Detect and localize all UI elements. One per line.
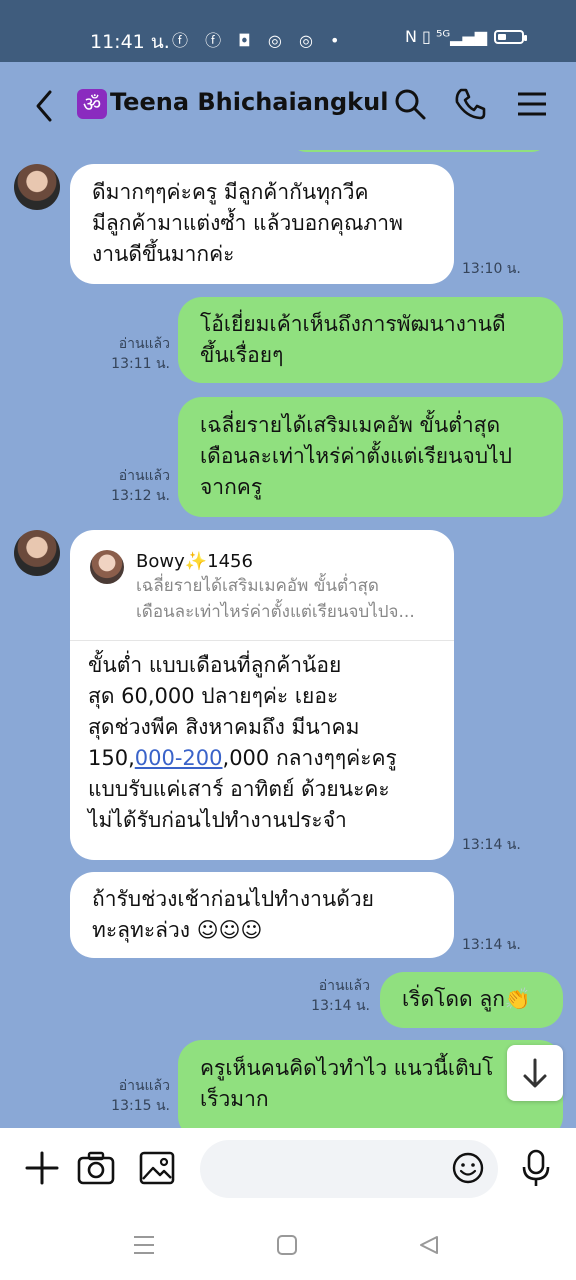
notification-icons: ⓕ ⓕ ◘ ◎ ◎ •	[172, 31, 346, 50]
message-time: 13:12 น.	[111, 488, 170, 504]
message-text: เฉลี่ยรายได้เสริมเมคอัพ ขั้นต่ำสุด	[200, 413, 501, 437]
message-text-part: กลางๆๆค่ะครู	[275, 746, 397, 770]
quoted-avatar	[90, 550, 124, 584]
message-bubble-sent[interactable]: เริ่ดโดด ลูก👏	[380, 972, 563, 1028]
quoted-message[interactable]: Bowy✨1456 เฉลี่ยรายได้เสริมเมคอัพ ขั้นต่…	[70, 530, 454, 641]
message-text: ดีมากๆๆค่ะครู มีลูกค้ากันทุกวีค	[92, 180, 369, 204]
arrow-down-icon	[523, 1058, 547, 1088]
message-text: สุด 60,000 ปลายๆค่ะ เยอะ	[88, 684, 339, 708]
message-text: งานดีขึ้นมากค่ะ	[92, 242, 235, 266]
om-emoji-icon: ॐ	[77, 89, 107, 119]
message-text: ขึ้นเรื่อยๆ	[200, 343, 284, 367]
contact-avatar[interactable]	[14, 530, 60, 576]
image-gallery-icon[interactable]	[137, 1148, 177, 1188]
message-bubble-received[interactable]: ถ้ารับช่วงเช้าก่อนไปทำงานด้วย ทะลุทะล่วง…	[70, 872, 454, 958]
network-icons: N ▯ ⁵ᴳ▂▄▆	[405, 27, 488, 46]
message-time: 13:14 น.	[462, 837, 521, 853]
read-receipt: อ่านแล้ว 13:14 น.	[300, 976, 370, 1016]
message-bubble-sent[interactable]: โอ้เยี่ยมเค้าเห็นถึงการพัฒนางานดี ขึ้นเร…	[178, 297, 563, 383]
battery-icon	[494, 30, 527, 44]
message-bubble-sent[interactable]: เฉลี่ยรายได้เสริมเมคอัพ ขั้นต่ำสุด เดือน…	[178, 397, 563, 517]
quoted-text: เฉลี่ยรายได้เสริมเมคอัพ ขั้นต่ำสุด เดือน…	[136, 573, 415, 625]
chat-header: ॐ Teena Bhichaiangkul	[0, 62, 576, 150]
read-receipt: อ่านแล้ว 13:12 น.	[100, 466, 170, 506]
status-time: 11:41 น.	[90, 31, 170, 53]
recent-apps-icon[interactable]	[132, 1234, 156, 1256]
message-text: เริ่ดโดด ลูก👏	[402, 987, 532, 1011]
message-time: 13:14 น.	[311, 998, 370, 1014]
message-text: ถ้ารับช่วงเช้าก่อนไปทำงานด้วย	[92, 887, 374, 911]
message-text: เดือนละเท่าไหร่ค่าตั้งแต่เรียนจบไป	[200, 444, 512, 468]
message-text: ไม่ได้รับก่อนไปทำงานประจำ	[88, 808, 347, 832]
quoted-line: เดือนละเท่าไหร่ค่าตั้งแต่เรียนจบไปจ...	[136, 602, 415, 622]
read-label: อ่านแล้ว	[118, 1078, 170, 1094]
message-time: 13:15 น.	[111, 1098, 170, 1114]
phone-number-link[interactable]: 000-200	[135, 746, 223, 770]
read-label: อ่านแล้ว	[318, 978, 370, 994]
message-input-bar	[0, 1128, 576, 1210]
message-time: 13:14 น.	[462, 937, 521, 953]
read-receipt: อ่านแล้ว 13:11 น.	[100, 334, 170, 374]
read-receipt: อ่านแล้ว 13:15 น.	[100, 1076, 170, 1116]
read-label: อ่านแล้ว	[118, 468, 170, 484]
message-text-part: ,000	[222, 746, 276, 770]
emoji-icon[interactable]	[450, 1150, 486, 1186]
back-nav-icon[interactable]	[418, 1234, 440, 1256]
scroll-to-bottom-button[interactable]	[507, 1045, 563, 1101]
message-text: ครูเห็นคนคิดไวทำไว แนวนี้เติบโ	[200, 1056, 494, 1080]
message-bubble-received[interactable]: ดีมากๆๆค่ะครู มีลูกค้ากันทุกวีค มีลูกค้า…	[70, 164, 454, 284]
home-icon[interactable]	[276, 1234, 298, 1256]
message-text-part: 150,	[88, 746, 135, 770]
message-text: 150,000-200,000 กลางๆๆค่ะครู	[88, 743, 397, 774]
message-text: ทะลุทะล่วง ☺☺☺	[92, 918, 263, 942]
message-bubble-partial	[290, 150, 548, 152]
chat-title[interactable]: Teena Bhichaiangkul	[110, 88, 388, 116]
message-text: ขั้นต่ำ แบบเดือนที่ลูกค้าน้อย	[88, 653, 342, 677]
message-bubble-reply[interactable]: Bowy✨1456 เฉลี่ยรายได้เสริมเมคอัพ ขั้นต่…	[70, 530, 454, 860]
message-text: เร็วมาก	[200, 1087, 269, 1111]
contact-avatar[interactable]	[14, 164, 60, 210]
message-time: 13:11 น.	[111, 356, 170, 372]
phone-call-icon[interactable]	[450, 84, 490, 124]
reply-text: ขั้นต่ำ แบบเดือนที่ลูกค้าน้อย สุด 60,000…	[88, 650, 397, 836]
camera-icon[interactable]	[76, 1148, 116, 1188]
message-text: มีลูกค้ามาแต่งซ้ำ แล้วบอกคุณภาพ	[92, 211, 403, 235]
back-arrow-icon[interactable]	[26, 86, 66, 126]
chat-messages[interactable]: ดีมากๆๆค่ะครู มีลูกค้ากันทุกวีค มีลูกค้า…	[0, 150, 576, 1130]
system-nav-bar	[0, 1210, 576, 1280]
plus-icon[interactable]	[22, 1148, 62, 1188]
read-label: อ่านแล้ว	[118, 336, 170, 352]
menu-icon[interactable]	[512, 84, 552, 124]
message-time: 13:10 น.	[462, 261, 521, 277]
message-bubble-sent[interactable]: ครูเห็นคนคิดไวทำไว แนวนี้เติบโ เร็วมาก	[178, 1040, 563, 1130]
message-text: โอ้เยี่ยมเค้าเห็นถึงการพัฒนางานดี	[200, 312, 506, 336]
microphone-icon[interactable]	[516, 1148, 556, 1188]
status-bar: 11:41 น. ⓕ ⓕ ◘ ◎ ◎ • N ▯ ⁵ᴳ▂▄▆	[0, 0, 576, 62]
message-text: จากครู	[200, 475, 263, 499]
quoted-line: เฉลี่ยรายได้เสริมเมคอัพ ขั้นต่ำสุด	[136, 576, 379, 596]
message-text: สุดช่วงพีค สิงหาคมถึง มีนาคม	[88, 715, 360, 739]
search-icon[interactable]	[390, 84, 430, 124]
message-text: แบบรับแค่เสาร์ อาทิตย์ ด้วยนะคะ	[88, 777, 390, 801]
